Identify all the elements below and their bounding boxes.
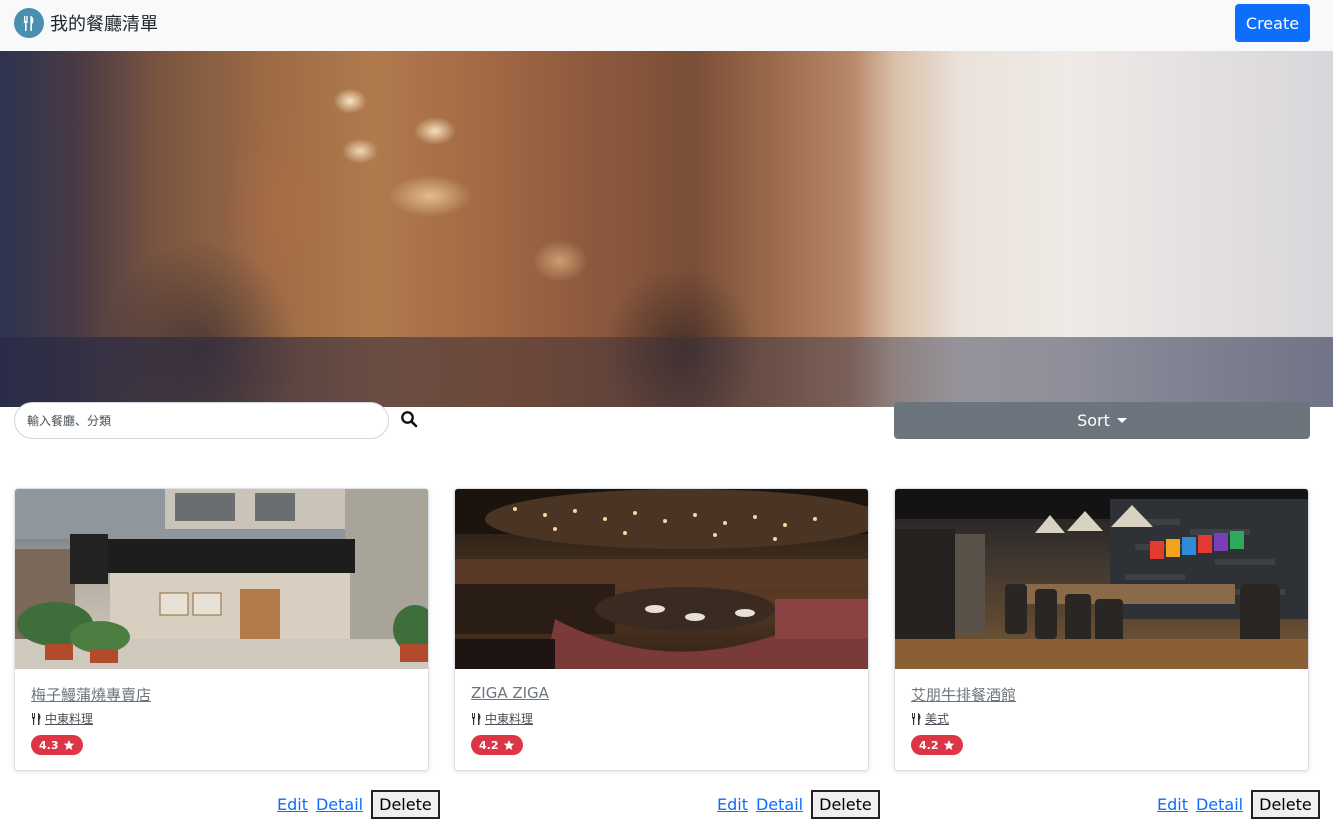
delete-button[interactable]: Delete (1251, 789, 1320, 819)
rating-value: 4.3 (39, 738, 59, 752)
restaurant-name-link[interactable]: 梅子鰻蒲燒專賣店 (31, 684, 151, 705)
detail-link[interactable]: Detail (756, 795, 803, 814)
search-input[interactable] (14, 402, 389, 439)
utensils-logo-icon (14, 8, 44, 38)
hero-banner-image (0, 51, 1333, 407)
utensils-icon (472, 712, 481, 725)
search-icon (401, 410, 418, 427)
delete-button[interactable]: Delete (371, 789, 440, 819)
card-actions: Edit Detail Delete (1157, 789, 1320, 819)
detail-link[interactable]: Detail (316, 795, 363, 814)
category-label[interactable]: 中東料理 (45, 710, 93, 727)
restaurant-category: 中東料理 (471, 710, 533, 727)
card-actions: Edit Detail Delete (277, 789, 440, 819)
caret-down-icon (1116, 418, 1127, 423)
restaurant-card[interactable]: ZIGA ZIGA 中東料理 4.2 (454, 488, 869, 771)
sort-label: Sort (1077, 411, 1110, 430)
brand[interactable]: 我的餐廳清單 (14, 8, 158, 38)
brand-title: 我的餐廳清單 (50, 14, 158, 35)
category-label[interactable]: 美式 (925, 710, 949, 727)
star-icon (503, 740, 514, 750)
category-label[interactable]: 中東料理 (485, 710, 533, 727)
rating-badge: 4.3 (31, 735, 83, 755)
star-icon (63, 740, 74, 750)
edit-link[interactable]: Edit (277, 795, 308, 814)
delete-button[interactable]: Delete (811, 789, 880, 819)
search-button[interactable] (397, 408, 421, 432)
restaurant-name-link[interactable]: 艾朋牛排餐酒館 (911, 684, 1016, 705)
detail-link[interactable]: Detail (1196, 795, 1243, 814)
restaurant-category: 美式 (911, 710, 949, 727)
rating-badge: 4.2 (471, 735, 523, 755)
rating-value: 4.2 (919, 738, 939, 752)
restaurant-card[interactable]: 艾朋牛排餐酒館 美式 4.2 (894, 488, 1309, 771)
restaurant-name-link[interactable]: ZIGA ZIGA (471, 684, 549, 702)
star-icon (943, 740, 954, 750)
restaurant-image[interactable] (15, 489, 428, 669)
edit-link[interactable]: Edit (717, 795, 748, 814)
restaurant-category: 中東料理 (31, 710, 93, 727)
sort-dropdown-button[interactable]: Sort (894, 402, 1310, 439)
edit-link[interactable]: Edit (1157, 795, 1188, 814)
create-button[interactable]: Create (1235, 4, 1310, 42)
rating-badge: 4.2 (911, 735, 963, 755)
restaurant-image[interactable] (455, 489, 868, 669)
restaurant-image[interactable] (895, 489, 1308, 669)
navbar: 我的餐廳清單 Create (0, 0, 1333, 51)
utensils-icon (32, 712, 41, 725)
utensils-icon (912, 712, 921, 725)
restaurant-card[interactable]: 梅子鰻蒲燒專賣店 中東料理 4.3 (14, 488, 429, 771)
rating-value: 4.2 (479, 738, 499, 752)
card-actions: Edit Detail Delete (717, 789, 880, 819)
